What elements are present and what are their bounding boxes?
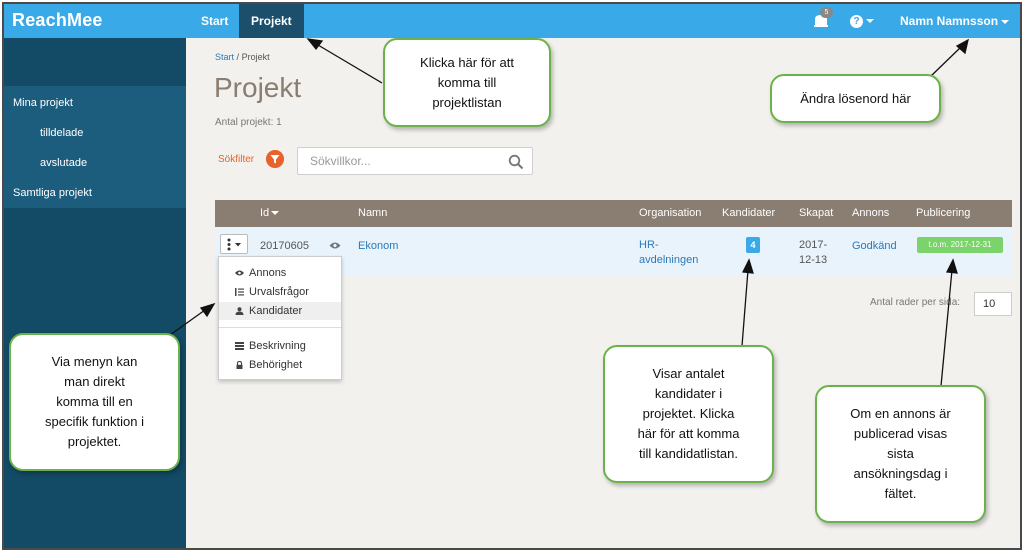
candidates-count-badge[interactable]: 4 <box>746 237 760 253</box>
sidebar-item-avslutade[interactable]: avslutade <box>40 157 87 169</box>
cell-skapat-line1: 2017- <box>799 239 828 251</box>
description-icon <box>235 342 244 350</box>
column-publicering[interactable]: Publicering <box>916 200 970 227</box>
search-filter-toggle[interactable]: Sökfilter <box>218 154 254 165</box>
user-menu[interactable]: Namn Namnsson <box>900 4 1010 38</box>
filter-icon[interactable] <box>266 150 284 168</box>
callout-line: projektlistan <box>432 94 502 110</box>
cell-organisation-line2[interactable]: avdelningen <box>639 254 698 266</box>
callout-line: man direkt <box>64 374 125 389</box>
eye-icon[interactable] <box>329 241 341 250</box>
project-count: Antal projekt: 1 <box>215 117 282 128</box>
breadcrumb-current: Projekt <box>241 52 270 62</box>
callout-line: fältet. <box>884 486 917 501</box>
callout-line: specifik funktion i <box>45 414 144 429</box>
sidebar: Mina projekt tilldelade avslutade Samtli… <box>4 38 186 548</box>
sidebar-item-mina-projekt[interactable]: Mina projekt <box>13 97 73 109</box>
callout-line: Ändra lösenord här <box>800 90 911 106</box>
logo: ReachMee <box>12 10 103 30</box>
sidebar-item-tilldelade[interactable]: tilldelade <box>40 127 83 139</box>
menu-item-urvalsfragor[interactable]: Urvalsfrågor <box>219 283 341 301</box>
more-vertical-icon <box>227 238 241 251</box>
sidebar-menu: Mina projekt tilldelade avslutade Samtli… <box>4 86 186 208</box>
cell-id: 20170605 <box>260 240 309 252</box>
callout-publishing: Om en annons är publicerad visas sista a… <box>815 385 986 523</box>
menu-divider <box>219 327 341 328</box>
callout-line: ansökningsdag i <box>853 466 948 481</box>
callout-line: till kandidatlistan. <box>639 446 738 461</box>
callout-line: komma till en <box>56 394 133 409</box>
breadcrumb-start-link[interactable]: Start <box>215 52 234 62</box>
menu-item-label: Behörighet <box>249 359 303 371</box>
column-skapat[interactable]: Skapat <box>799 200 833 227</box>
breadcrumb: Start / Projekt <box>215 52 270 62</box>
top-bar: ReachMee Start Projekt 5 ? Namn Namnsson <box>4 4 1020 38</box>
search-box <box>297 147 533 175</box>
publishing-badge: t.o.m. 2017-12-31 <box>917 237 1003 253</box>
rows-per-page-label: Antal rader per sida: <box>870 297 961 308</box>
callout-password: Ändra lösenord här <box>770 74 941 123</box>
menu-item-label: Beskrivning <box>249 340 306 352</box>
column-namn[interactable]: Namn <box>358 200 387 227</box>
menu-item-label: Urvalsfrågor <box>249 286 309 298</box>
callout-candidates: Visar antalet kandidater i projektet. Kl… <box>603 345 774 483</box>
menu-item-kandidater[interactable]: Kandidater <box>219 302 341 320</box>
row-action-menu: Annons Urvalsfrågor Kandidater Beskrivni… <box>218 256 342 380</box>
menu-item-beskrivning[interactable]: Beskrivning <box>219 337 341 355</box>
cell-skapat-line2: 12-13 <box>799 254 828 266</box>
column-id[interactable]: Id <box>260 200 280 227</box>
user-name: Namn Namnsson <box>900 14 999 28</box>
user-icon <box>235 307 244 315</box>
callout-line: sista <box>887 446 914 461</box>
help-icon: ? <box>850 15 863 28</box>
callout-line: projektet. <box>67 434 122 449</box>
callout-line: här för att komma <box>637 426 740 441</box>
callout-line: projektet. Klicka <box>642 406 735 421</box>
callout-menu: Via menyn kan man direkt komma till en s… <box>9 333 180 471</box>
list-icon <box>235 288 244 296</box>
chevron-down-icon <box>866 18 874 23</box>
table-header: Id Namn Organisation Kandidater Skapat A… <box>215 200 1012 227</box>
menu-item-label: Annons <box>249 267 287 279</box>
search-input[interactable] <box>298 148 498 174</box>
callout-project-list: Klicka här för att komma till projektlis… <box>383 38 551 127</box>
nav-projekt[interactable]: Projekt <box>239 4 304 38</box>
callout-line: komma till <box>437 74 497 90</box>
column-annons[interactable]: Annons <box>852 200 889 227</box>
menu-item-label: Kandidater <box>249 305 303 317</box>
sort-down-icon <box>271 211 280 216</box>
eye-icon <box>235 270 244 276</box>
menu-item-annons[interactable]: Annons <box>219 264 341 282</box>
column-organisation[interactable]: Organisation <box>639 200 701 227</box>
breadcrumb-separator: / <box>236 52 240 62</box>
callout-line: kandidater i <box>654 386 723 401</box>
rows-per-page-input[interactable]: 10 <box>974 292 1012 316</box>
row-menu-button[interactable] <box>220 234 248 254</box>
callout-line: publicerad visas <box>853 426 948 441</box>
cell-namn-link[interactable]: Ekonom <box>358 240 398 252</box>
page-title: Projekt <box>214 72 302 103</box>
notification-badge: 5 <box>820 7 833 18</box>
menu-item-behorighet[interactable]: Behörighet <box>219 356 341 374</box>
nav-start[interactable]: Start <box>189 4 240 38</box>
callout-line: Om en annons är <box>850 406 951 421</box>
sidebar-item-samtliga-projekt[interactable]: Samtliga projekt <box>13 187 92 199</box>
callout-line: Klicka här för att <box>420 54 514 70</box>
search-icon[interactable] <box>508 154 524 170</box>
help-menu[interactable]: ? <box>850 13 874 28</box>
cell-annons-link[interactable]: Godkänd <box>852 240 897 252</box>
callout-line: Visar antalet <box>652 366 725 381</box>
column-id-label: Id <box>260 207 270 219</box>
chevron-down-icon <box>1001 19 1010 24</box>
lock-icon <box>236 361 243 369</box>
callout-line: Via menyn kan <box>51 354 138 369</box>
cell-organisation-line1[interactable]: HR- <box>639 239 659 251</box>
column-kandidater[interactable]: Kandidater <box>722 200 775 227</box>
